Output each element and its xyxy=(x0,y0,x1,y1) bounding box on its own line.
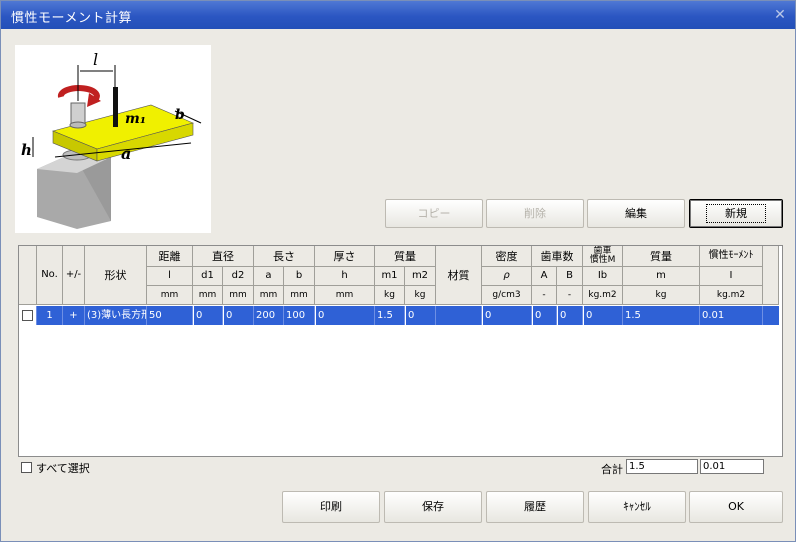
cell-B[interactable]: 0 xyxy=(557,306,583,325)
cancel-button[interactable]: ｷｬﾝｾﾙ xyxy=(588,491,686,523)
subheader-m2: m2 xyxy=(405,267,436,286)
cell-no: 1 xyxy=(37,306,63,325)
cell-Ib[interactable]: 0 xyxy=(583,306,623,325)
subheader-d2: d2 xyxy=(223,267,254,286)
unit-d1: mm xyxy=(193,286,223,305)
shape-illustration: l m₁ b h a xyxy=(15,45,211,233)
dialog-window: 慣性モーメント計算 ✕ l m₁ b h a コピー 削除 編集 新規 No. … xyxy=(0,0,796,542)
label-l: l xyxy=(93,50,98,69)
cell-shape[interactable]: (3)薄い長方形 xyxy=(85,306,147,325)
total-inertia-field: 0.01 xyxy=(700,459,764,474)
header-distance: 距離 xyxy=(147,246,193,267)
unit-m1: kg xyxy=(375,286,405,305)
subheader-b: b xyxy=(284,267,315,286)
header-filler xyxy=(763,246,779,305)
table-row[interactable]: 1 + (3)薄い長方形 50 0 0 200 100 0 1.5 0 0 0 … xyxy=(19,306,779,325)
header-material: 材質 xyxy=(436,246,482,305)
subheader-A: A xyxy=(532,267,557,286)
label-a: a xyxy=(121,144,131,163)
subheader-m: m xyxy=(623,267,700,286)
subheader-d1: d1 xyxy=(193,267,223,286)
cell-a[interactable]: 200 xyxy=(254,306,284,325)
inertia-table[interactable]: No. +/- 形状 距離 直径 長さ 厚さ 質量 材質 密度 歯車数 歯車 慣… xyxy=(18,245,783,457)
cell-A[interactable]: 0 xyxy=(532,306,557,325)
cell-d2[interactable]: 0 xyxy=(223,306,254,325)
cell-l[interactable]: 50 xyxy=(147,306,193,325)
cell-b[interactable]: 100 xyxy=(284,306,315,325)
row-checkbox[interactable] xyxy=(22,310,33,321)
label-m1: m₁ xyxy=(125,111,146,127)
subheader-Ib: Ib xyxy=(583,267,623,286)
delete-button[interactable]: 削除 xyxy=(486,199,584,228)
window-title: 慣性モーメント計算 xyxy=(11,11,132,26)
cell-d1[interactable]: 0 xyxy=(193,306,223,325)
close-icon[interactable]: ✕ xyxy=(771,6,789,24)
unit-l: mm xyxy=(147,286,193,305)
subheader-I: I xyxy=(700,267,763,286)
cell-I: 0.01 xyxy=(700,306,763,325)
copy-button[interactable]: コピー xyxy=(385,199,483,228)
total-label: 合計 xyxy=(601,463,623,476)
table-header: No. +/- 形状 距離 直径 長さ 厚さ 質量 材質 密度 歯車数 歯車 慣… xyxy=(19,246,779,305)
save-button[interactable]: 保存 xyxy=(384,491,482,523)
ok-button[interactable]: OK xyxy=(689,491,783,523)
header-thickness: 厚さ xyxy=(315,246,375,267)
unit-A: - xyxy=(532,286,557,305)
unit-m: kg xyxy=(623,286,700,305)
cell-m2[interactable]: 0 xyxy=(405,306,436,325)
unit-b: mm xyxy=(284,286,315,305)
cell-m1[interactable]: 1.5 xyxy=(375,306,405,325)
header-gear-inertia: 歯車 慣性M xyxy=(583,246,623,267)
new-button[interactable]: 新規 xyxy=(689,199,783,228)
title-bar[interactable]: 慣性モーメント計算 ✕ xyxy=(1,1,795,29)
subheader-B: B xyxy=(557,267,583,286)
subheader-m1: m1 xyxy=(375,267,405,286)
cell-rho[interactable]: 0 xyxy=(482,306,532,325)
header-teeth: 歯車数 xyxy=(532,246,583,267)
label-h: h xyxy=(21,141,32,159)
unit-rho: g/cm3 xyxy=(482,286,532,305)
subheader-h: h xyxy=(315,267,375,286)
select-all-label[interactable]: すべて選択 xyxy=(36,460,90,476)
header-plusminus: +/- xyxy=(63,246,85,305)
unit-h: mm xyxy=(315,286,375,305)
unit-Ib: kg.m2 xyxy=(583,286,623,305)
cell-plusminus[interactable]: + xyxy=(63,306,85,325)
header-density: 密度 xyxy=(482,246,532,267)
unit-I: kg.m2 xyxy=(700,286,763,305)
unit-B: - xyxy=(557,286,583,305)
print-button[interactable]: 印刷 xyxy=(282,491,380,523)
cell-m: 1.5 xyxy=(623,306,700,325)
history-button[interactable]: 履歴 xyxy=(486,491,584,523)
label-b: b xyxy=(175,107,185,123)
cell-h[interactable]: 0 xyxy=(315,306,375,325)
unit-d2: mm xyxy=(223,286,254,305)
subheader-a: a xyxy=(254,267,284,286)
cell-material[interactable] xyxy=(436,306,482,325)
total-mass-field: 1.5 xyxy=(626,459,698,474)
header-inertia: 慣性ﾓｰﾒﾝﾄ xyxy=(700,246,763,267)
row-select-cell[interactable] xyxy=(19,306,37,325)
unit-a: mm xyxy=(254,286,284,305)
header-shape: 形状 xyxy=(85,246,147,305)
edit-button[interactable]: 編集 xyxy=(587,199,685,228)
header-length: 長さ xyxy=(254,246,315,267)
header-no: No. xyxy=(37,246,63,305)
header-mass: 質量 xyxy=(375,246,436,267)
header-select xyxy=(19,246,37,305)
select-all-checkbox[interactable] xyxy=(21,462,32,473)
header-mass2: 質量 xyxy=(623,246,700,267)
subheader-l: l xyxy=(147,267,193,286)
subheader-rho: ρ xyxy=(482,267,532,286)
unit-m2: kg xyxy=(405,286,436,305)
header-diameter: 直径 xyxy=(193,246,254,267)
rectangle-plate-diagram: l m₁ b h a xyxy=(21,50,202,229)
